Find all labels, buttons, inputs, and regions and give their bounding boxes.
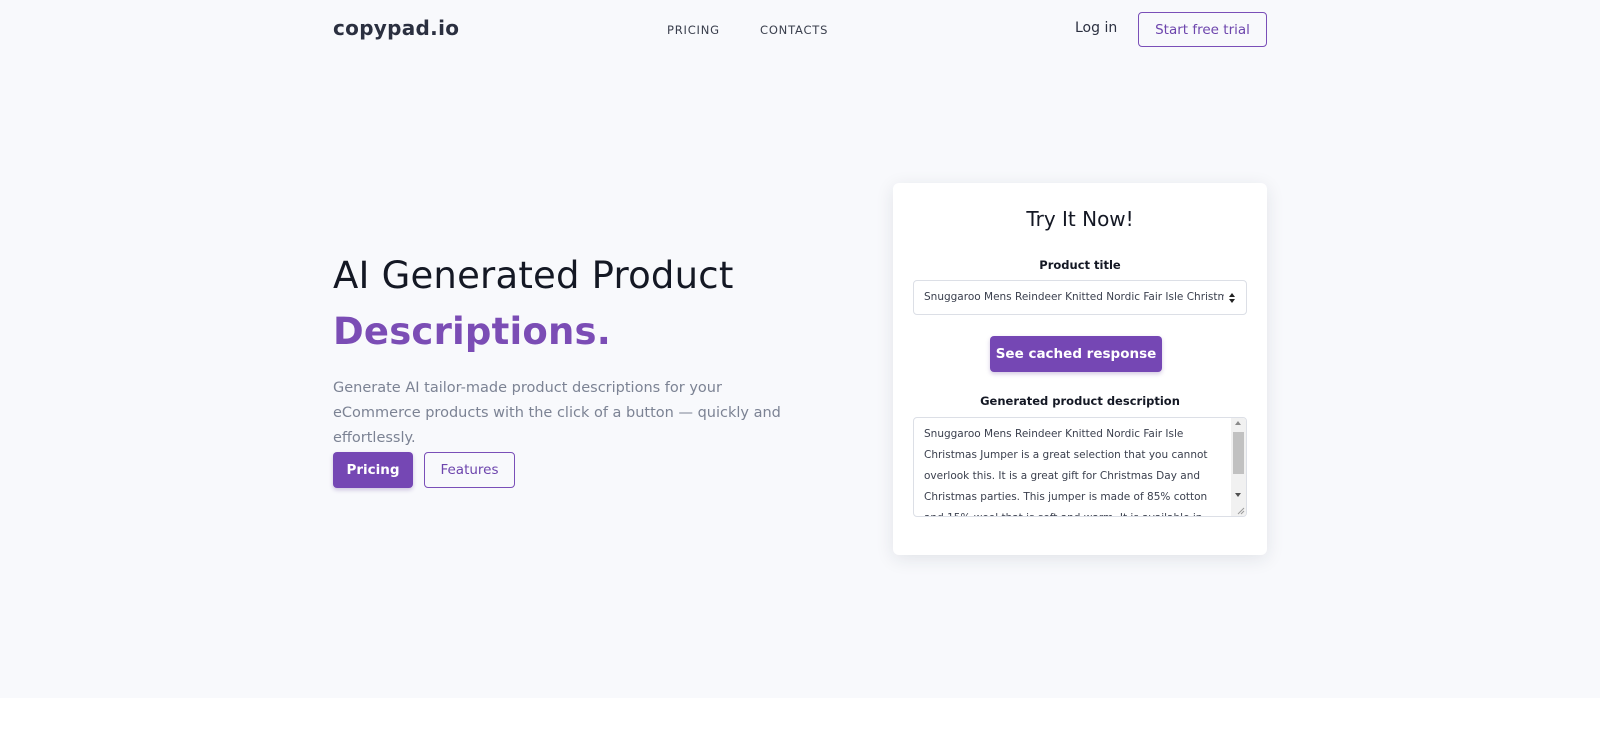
pricing-button[interactable]: Pricing bbox=[333, 452, 413, 488]
brand-logo[interactable]: copypad.io bbox=[333, 16, 459, 40]
product-title-label: Product title bbox=[1039, 258, 1121, 272]
features-button[interactable]: Features bbox=[424, 452, 515, 488]
scroll-up-arrow-icon[interactable] bbox=[1235, 421, 1241, 425]
card-title: Try It Now! bbox=[1026, 207, 1134, 231]
login-link[interactable]: Log in bbox=[1075, 20, 1117, 36]
page-background bbox=[0, 0, 1600, 698]
start-free-trial-button[interactable]: Start free trial bbox=[1138, 12, 1267, 47]
hero-description: Generate AI tailor-made product descript… bbox=[333, 380, 781, 446]
see-cached-response-button[interactable]: See cached response bbox=[990, 336, 1162, 372]
product-title-select-value: Snuggaroo Mens Reindeer Knitted Nordic F… bbox=[924, 291, 1224, 303]
scrollbar-thumb[interactable] bbox=[1233, 432, 1244, 474]
generated-description-label: Generated product description bbox=[980, 394, 1180, 408]
textarea-scrollbar[interactable] bbox=[1231, 418, 1246, 516]
nav-link-pricing[interactable]: PRICING bbox=[667, 23, 720, 37]
product-title-select[interactable]: Snuggaroo Mens Reindeer Knitted Nordic F… bbox=[913, 280, 1247, 315]
generated-description-textarea[interactable]: Snuggaroo Mens Reindeer Knitted Nordic F… bbox=[913, 417, 1247, 517]
scroll-down-arrow-icon[interactable] bbox=[1235, 493, 1241, 497]
try-it-card: Try It Now! Product title Snuggaroo Mens… bbox=[893, 183, 1267, 555]
hero-title-highlight: Descriptions. bbox=[333, 310, 611, 353]
resize-grip-icon[interactable] bbox=[1236, 506, 1245, 515]
sort-arrows-icon bbox=[1229, 293, 1235, 303]
generated-description-text: Snuggaroo Mens Reindeer Knitted Nordic F… bbox=[924, 428, 1208, 516]
nav-link-contacts[interactable]: CONTACTS bbox=[760, 23, 828, 37]
hero-title: AI Generated Product bbox=[333, 254, 734, 297]
